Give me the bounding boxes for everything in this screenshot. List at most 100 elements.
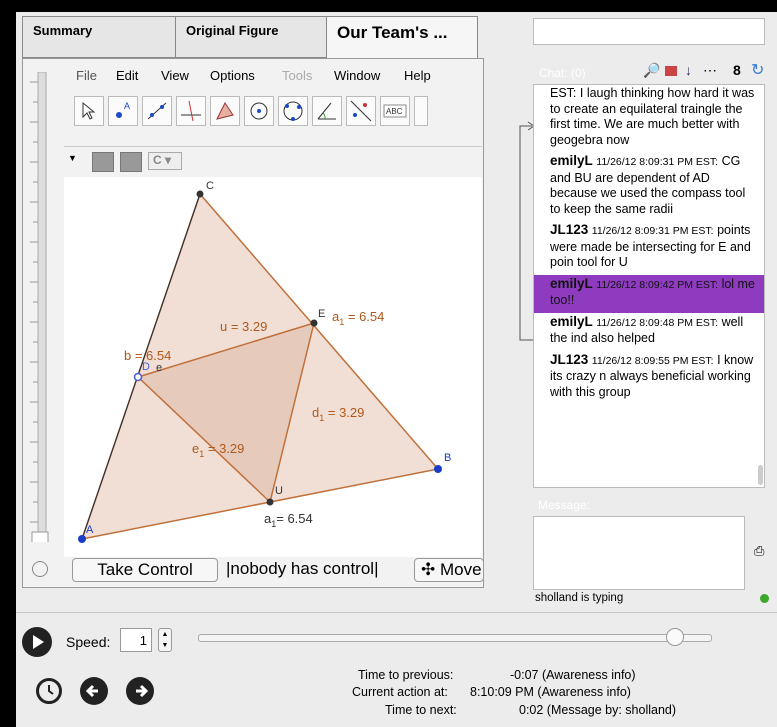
menu-file[interactable]: File <box>76 68 97 83</box>
time-prev-label: Time to previous: <box>358 668 454 682</box>
circle-three-points-icon[interactable] <box>278 96 308 126</box>
speed-stepper[interactable]: ▲ ▼ <box>158 628 172 652</box>
style-bar: ▼ C ▾ <box>64 146 482 178</box>
control-status: |nobody has control| <box>226 559 379 578</box>
tab-original-figure[interactable]: Original Figure <box>175 16 327 58</box>
chat-message-user: emilyL <box>550 313 593 329</box>
chat-message: JL123 11/26/12 8:09:31 PM EST: points we… <box>534 221 764 275</box>
point-e[interactable] <box>310 319 318 327</box>
polygon-tool-icon[interactable] <box>210 96 240 126</box>
current-action-value: 8:10:09 PM (Awareness info) <box>470 685 631 699</box>
image-icon[interactable] <box>665 66 677 76</box>
history-clock-icon[interactable] <box>36 678 62 704</box>
message-input[interactable] <box>533 516 745 590</box>
send-icon[interactable]: ⎙ <box>754 543 764 559</box>
chat-list[interactable]: EST: I laugh thinking how hard it was to… <box>533 84 765 488</box>
toolbar-overflow-icon[interactable] <box>414 96 428 126</box>
point-b-label: B <box>444 452 451 464</box>
svg-text:A: A <box>124 101 130 111</box>
point-c[interactable] <box>196 190 204 198</box>
online-indicator <box>760 594 769 603</box>
user-icon[interactable]: 8 <box>733 62 741 78</box>
back-arrow-icon[interactable] <box>80 677 108 705</box>
chat-message-timestamp: 11/26/12 8:09:42 PM EST: <box>596 278 719 291</box>
refresh-icon[interactable]: ↻ <box>751 60 764 80</box>
tab-our-team[interactable]: Our Team's ... <box>326 16 478 58</box>
time-prev-value: -0:07 (Awareness info) <box>510 668 636 682</box>
chat-message: emilyL 11/26/12 8:09:31 PM EST: CG and B… <box>534 152 764 221</box>
chat-message-user: JL123 <box>550 351 589 367</box>
point-a[interactable] <box>78 535 86 543</box>
time-next-label: Time to next: <box>385 703 457 717</box>
search-icon[interactable]: 🔎 <box>643 62 660 79</box>
tab-summary[interactable]: Summary <box>22 16 176 58</box>
grid-toggle-icon[interactable] <box>92 152 114 172</box>
collapse-arrow-icon[interactable]: ▼ <box>68 153 77 163</box>
move-tool-icon[interactable] <box>74 96 104 126</box>
chat-message: emilyL 11/26/12 8:09:48 PM EST: well the… <box>534 313 764 351</box>
menu-help[interactable]: Help <box>404 68 431 83</box>
chat-scrollbar[interactable] <box>758 465 763 485</box>
move-button[interactable]: ✣ Move <box>414 558 484 582</box>
move-arrows-icon: ✣ <box>421 560 436 579</box>
chat-message-user: emilyL <box>550 275 593 291</box>
play-button[interactable] <box>22 627 52 657</box>
chat-message-text: EST: I laugh thinking how hard it was to… <box>550 86 755 147</box>
take-control-button[interactable]: Take Control <box>72 558 218 582</box>
time-next-value: 0:02 (Message by: sholland) <box>519 703 677 717</box>
label-style-dropdown[interactable]: C ▾ <box>148 152 182 170</box>
point-e-label: E <box>318 308 325 320</box>
speed-input[interactable]: 1 <box>120 628 152 652</box>
line-tool-icon[interactable] <box>142 96 172 126</box>
menu-edit[interactable]: Edit <box>116 68 138 83</box>
point-c-label: C <box>206 180 214 192</box>
vertical-ruler <box>30 72 49 542</box>
point-d-label: D <box>142 361 150 373</box>
message-label: Message: <box>538 498 591 512</box>
chat-message-user: JL123 <box>550 222 589 237</box>
menu-options[interactable]: Options <box>210 68 255 83</box>
point-b[interactable] <box>434 465 442 473</box>
download-icon[interactable]: ↓ <box>685 62 692 78</box>
reflect-tool-icon[interactable] <box>346 96 376 126</box>
menu-bar: File Edit View Options Tools Window Help <box>60 62 480 90</box>
chat-message: JL123 11/26/12 8:09:55 PM EST: I know it… <box>534 351 764 405</box>
point-u-label: U <box>275 485 283 497</box>
typing-status: sholland is typing <box>535 592 624 604</box>
point-e-lower-label: e <box>156 362 162 374</box>
circle-tool-icon[interactable] <box>244 96 274 126</box>
menu-tools[interactable]: Tools <box>282 68 312 83</box>
geometry-canvas[interactable]: u = 3.29 a1 = 6.54 b = 6.54 d1 = 3.29 e1… <box>64 177 482 557</box>
label-a1-bottom: a1= 6.54 <box>264 511 313 529</box>
chat-message: emilyL 11/26/12 8:09:42 PM EST: lol me t… <box>534 274 764 313</box>
angle-tool-icon[interactable] <box>312 96 342 126</box>
chat-message-timestamp: 11/26/12 8:09:48 PM EST: <box>596 316 719 329</box>
perpendicular-tool-icon[interactable] <box>176 96 206 126</box>
chat-message: EST: I laugh thinking how hard it was to… <box>534 85 764 152</box>
chat-title: Chat: (0) <box>539 66 586 80</box>
tab-original-figure-label: Original Figure <box>186 23 279 38</box>
top-input-field[interactable] <box>533 18 765 45</box>
timeline-slider[interactable] <box>198 628 712 646</box>
text-tool-icon[interactable]: ABC <box>380 96 410 126</box>
menu-window[interactable]: Window <box>334 68 380 83</box>
label-u: u = 3.29 <box>220 319 267 334</box>
speed-label: Speed: <box>66 634 111 650</box>
chat-message-timestamp: 11/26/12 8:09:31 PM EST: <box>596 156 719 168</box>
point-u[interactable] <box>266 498 274 506</box>
text-tool-label: ABC <box>386 107 403 116</box>
forward-arrow-icon[interactable] <box>126 677 154 705</box>
current-action-label: Current action at: <box>352 685 448 699</box>
chat-messages: EST: I laugh thinking how hard it was to… <box>534 85 764 404</box>
label-style-value: C <box>153 153 162 167</box>
point-tool-icon[interactable]: A <box>108 96 138 126</box>
chat-header: Chat: (0) 🔎 ↓ ⋯ 8 ↻ <box>533 62 773 84</box>
tab-our-team-label: Our Team's ... <box>337 23 448 42</box>
menu-view[interactable]: View <box>161 68 189 83</box>
clock-icon <box>32 561 48 577</box>
tab-summary-label: Summary <box>33 23 93 38</box>
tool-bar: A ABC <box>68 96 480 138</box>
axes-toggle-icon[interactable] <box>120 152 142 172</box>
point-d[interactable] <box>133 372 143 382</box>
more-icon[interactable]: ⋯ <box>703 62 717 79</box>
